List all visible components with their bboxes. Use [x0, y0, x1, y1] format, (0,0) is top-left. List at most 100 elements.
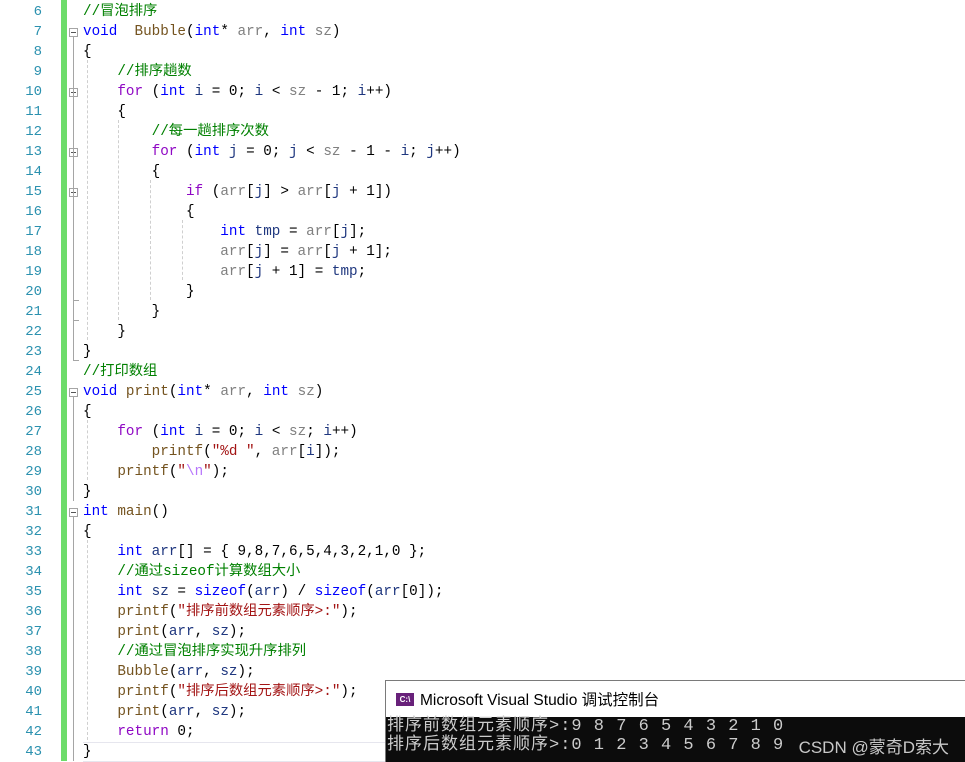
- code-line[interactable]: int sz = sizeof(arr) / sizeof(arr[0]);: [83, 582, 963, 602]
- string-token: ": [177, 464, 186, 480]
- code-line[interactable]: }: [83, 322, 963, 342]
- code-editor[interactable]: 6 7 8 9 10 11 12 13 14 15 16 17 18 19 20 21 22 23 24 25 26 27…: [0, 0, 965, 762]
- parameter-token: arr: [220, 264, 247, 280]
- code-line[interactable]: if (arr[j] > arr[j + 1]): [83, 182, 963, 202]
- code-text: );: [228, 704, 247, 720]
- code-line[interactable]: {: [83, 162, 963, 182]
- code-text: ] =: [263, 244, 298, 260]
- code-text: ++): [331, 424, 358, 440]
- debug-console-window[interactable]: C:\ Microsoft Visual Studio 调试控制台 排序前数组元…: [385, 680, 965, 762]
- code-text: ++): [366, 84, 393, 100]
- code-line[interactable]: printf("排序前数组元素顺序>:");: [83, 602, 963, 622]
- collapse-print-icon[interactable]: [69, 388, 78, 397]
- code-line[interactable]: for (int j = 0; j < sz - 1 - i; j++): [83, 142, 963, 162]
- code-line[interactable]: //每一趟排序次数: [83, 122, 963, 142]
- code-line[interactable]: int arr[] = { 9,8,7,6,5,4,3,2,1,0 };: [83, 542, 963, 562]
- parameter-token: sz: [306, 24, 332, 40]
- function-token: main: [117, 504, 152, 520]
- code-line[interactable]: //打印数组: [83, 362, 963, 382]
- line-number: 32: [25, 524, 42, 540]
- parameter-token: arr: [306, 224, 332, 240]
- code-text: =: [168, 584, 195, 600]
- variable-token: sz: [211, 704, 229, 720]
- code-text: ]);: [314, 444, 341, 460]
- line-number: 8: [33, 44, 42, 60]
- code-text: ];: [349, 224, 367, 240]
- code-text: (: [203, 184, 221, 200]
- code-text: *: [220, 24, 238, 40]
- code-line[interactable]: //通过sizeof计算数组大小: [83, 562, 963, 582]
- code-line[interactable]: arr[j] = arr[j + 1];: [83, 242, 963, 262]
- code-line[interactable]: }: [83, 282, 963, 302]
- code-line[interactable]: {: [83, 202, 963, 222]
- code-text: (: [366, 584, 375, 600]
- code-line[interactable]: void Bubble(int* arr, int sz): [83, 22, 963, 42]
- code-line[interactable]: }: [83, 482, 963, 502]
- code-line[interactable]: int tmp = arr[j];: [83, 222, 963, 242]
- parameter-token: sz: [323, 144, 341, 160]
- parameter-token: arr: [220, 384, 247, 400]
- code-text: ;: [306, 424, 324, 440]
- line-number: 33: [25, 544, 42, 560]
- code-line[interactable]: {: [83, 402, 963, 422]
- line-number: 7: [33, 24, 42, 40]
- console-title-bar[interactable]: C:\ Microsoft Visual Studio 调试控制台: [386, 681, 965, 717]
- code-text: (: [160, 624, 169, 640]
- line-number: 43: [25, 744, 42, 760]
- line-number: 21: [25, 304, 42, 320]
- variable-token: sz: [220, 664, 238, 680]
- line-number: 34: [25, 564, 42, 580]
- code-line[interactable]: }: [83, 342, 963, 362]
- collapse-bubble-icon[interactable]: [69, 28, 78, 37]
- line-number: 24: [25, 364, 42, 380]
- code-text: (): [151, 504, 169, 520]
- comment-token: //每一趟排序次数: [151, 124, 269, 140]
- code-text: ;: [357, 264, 367, 280]
- code-line[interactable]: printf("\n");: [83, 462, 963, 482]
- code-line[interactable]: printf("%d ", arr[i]);: [83, 442, 963, 462]
- csdn-watermark: CSDN @蒙奇D索大: [798, 738, 949, 757]
- code-line[interactable]: //排序趟数: [83, 62, 963, 82]
- code-text: }: [83, 324, 126, 340]
- change-tracking-bar: [61, 0, 67, 761]
- collapse-main-icon[interactable]: [69, 508, 78, 517]
- keyword-token: int: [177, 384, 204, 400]
- code-line[interactable]: void print(int* arr, int sz): [83, 382, 963, 402]
- code-line[interactable]: {: [83, 522, 963, 542]
- code-line[interactable]: print(arr, sz);: [83, 622, 963, 642]
- code-line[interactable]: //冒泡排序: [83, 2, 963, 22]
- code-text: {: [83, 164, 161, 180]
- variable-token: i: [254, 84, 264, 100]
- code-line[interactable]: int main(): [83, 502, 963, 522]
- code-text: [: [323, 244, 332, 260]
- line-number: 17: [25, 224, 42, 240]
- keyword-token: int: [160, 84, 186, 100]
- variable-token: i: [194, 424, 204, 440]
- code-text: ,: [254, 444, 272, 460]
- code-line[interactable]: //通过冒泡排序实现升序排列: [83, 642, 963, 662]
- code-line[interactable]: for (int i = 0; i < sz - 1; i++): [83, 82, 963, 102]
- code-line[interactable]: }: [83, 302, 963, 322]
- line-number: 14: [25, 164, 42, 180]
- code-line[interactable]: arr[j + 1] = tmp;: [83, 262, 963, 282]
- line-number: 15: [25, 184, 42, 200]
- code-text: ,: [194, 624, 212, 640]
- code-line[interactable]: for (int i = 0; i < sz; i++): [83, 422, 963, 442]
- code-line[interactable]: Bubble(arr, sz);: [83, 662, 963, 682]
- variable-token: tmp: [254, 224, 281, 240]
- code-line[interactable]: {: [83, 42, 963, 62]
- keyword-token: void: [83, 24, 118, 40]
- code-area[interactable]: //冒泡排序 void Bubble(int* arr, int sz){ //排…: [83, 2, 963, 762]
- code-line[interactable]: {: [83, 102, 963, 122]
